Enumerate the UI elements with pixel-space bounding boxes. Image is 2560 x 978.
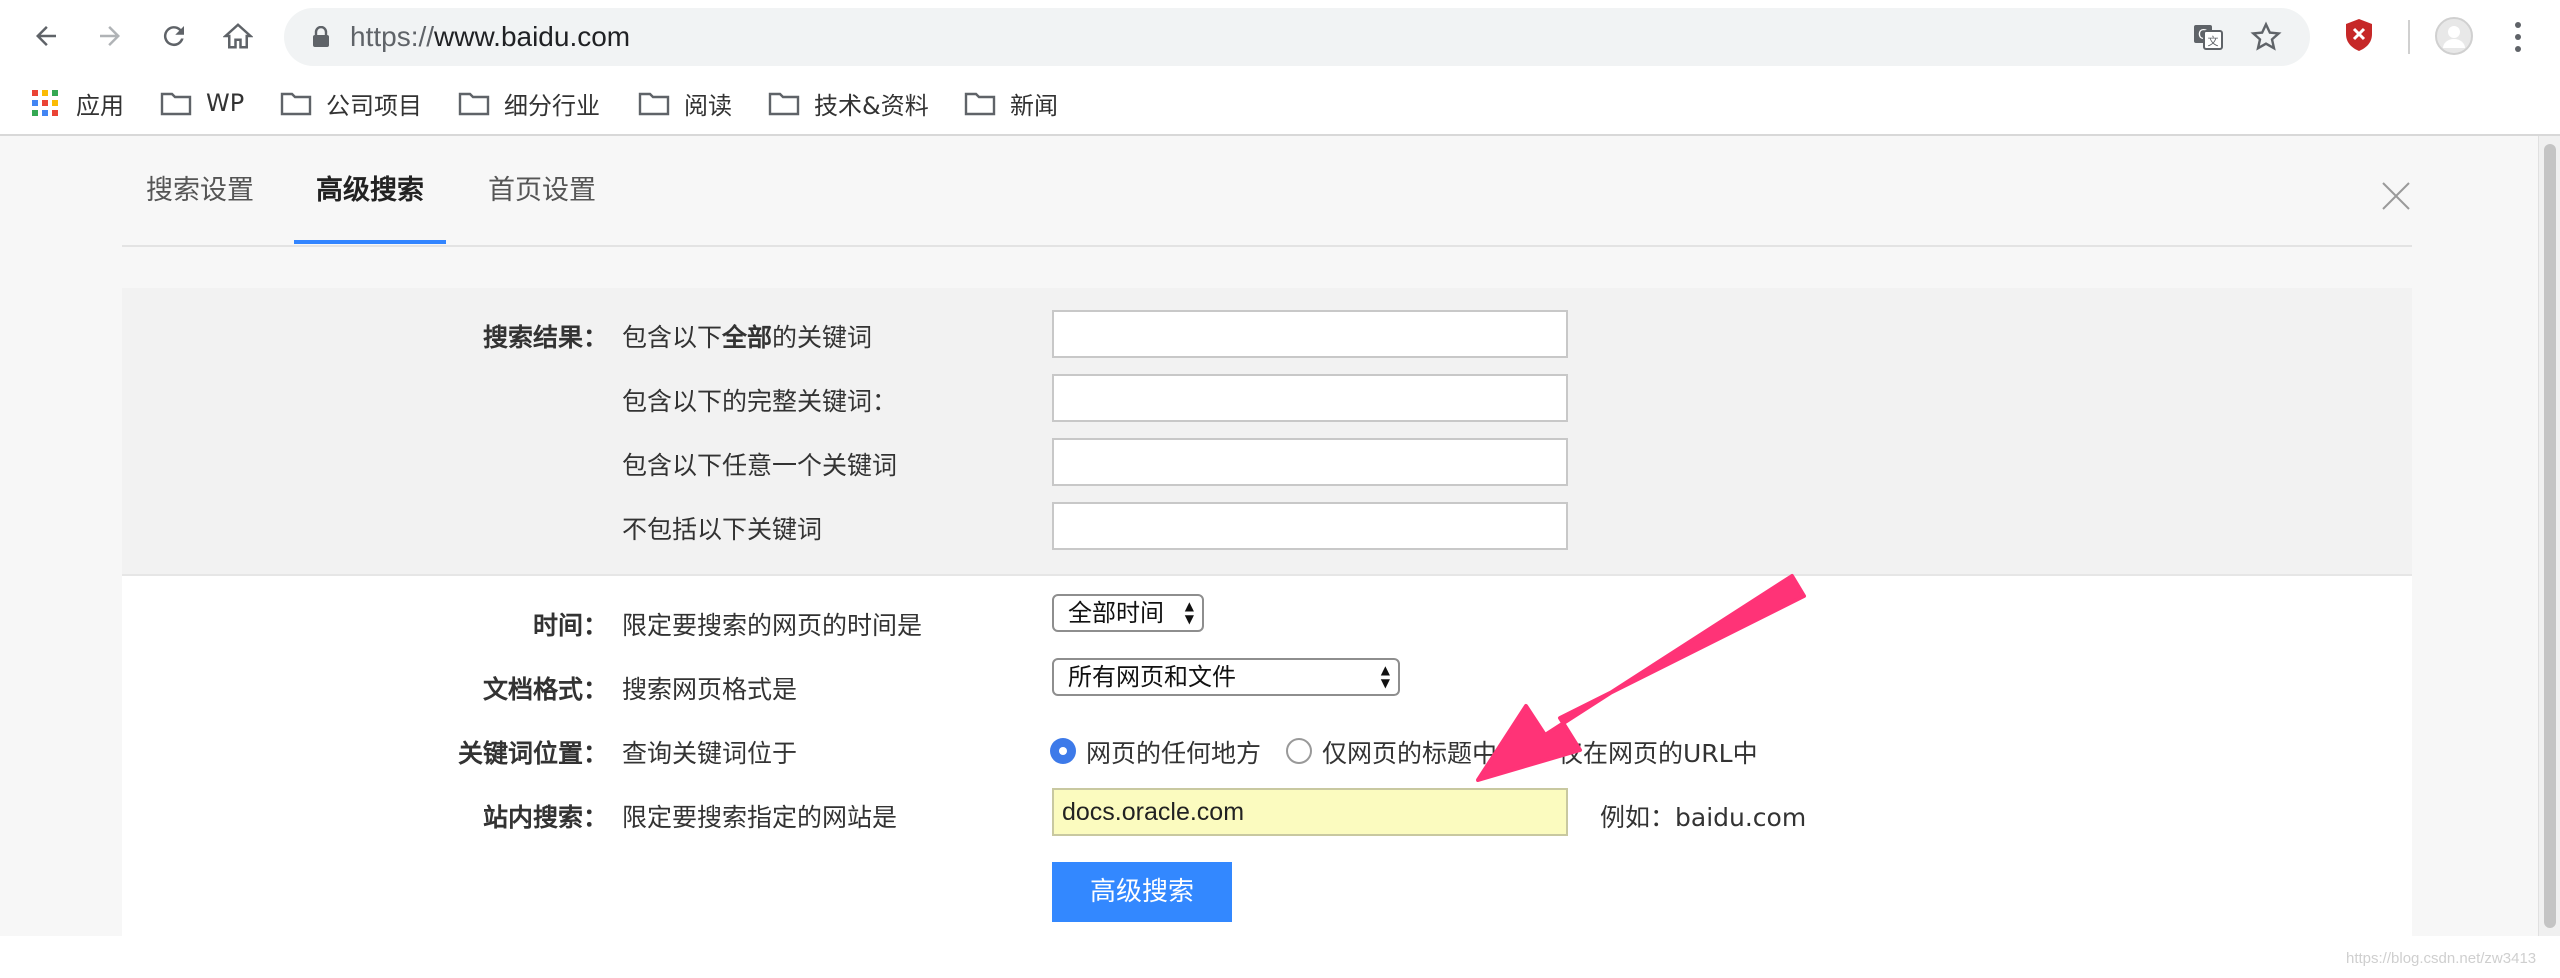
exact-phrase-label: 包含以下的完整关键词： (622, 387, 898, 416)
bookmark-label: 技术&资料 (814, 91, 929, 120)
reload-button[interactable] (154, 16, 194, 56)
time-select[interactable]: 全部时间 ▲ ▼ (1052, 594, 1204, 632)
arrow-left-icon (36, 26, 56, 46)
bookmark-apps[interactable]: 应用 (32, 72, 124, 134)
bookmark-label: 新闻 (1010, 91, 1058, 120)
folder-icon (280, 92, 312, 116)
bookmark-folder-industry[interactable]: 细分行业 (458, 72, 600, 134)
toolbar-divider (2408, 20, 2410, 54)
format-select[interactable]: 所有网页和文件 ▲ ▼ (1052, 658, 1400, 696)
adblock-extension-icon[interactable] (2344, 18, 2374, 52)
exact-phrase-input[interactable] (1052, 374, 1568, 422)
select-arrows-icon: ▲ ▼ (1380, 663, 1390, 690)
any-words-input[interactable] (1052, 438, 1568, 486)
folder-icon (458, 92, 490, 116)
scrollbar-thumb[interactable] (2544, 144, 2556, 928)
bookmark-label: 应用 (76, 91, 124, 120)
position-anywhere-label[interactable]: 网页的任何地方 (1086, 734, 1261, 770)
bookmark-folder-news[interactable]: 新闻 (964, 72, 1058, 134)
position-anywhere-radio[interactable] (1050, 738, 1076, 764)
format-label: 文档格式： (482, 675, 608, 704)
lock-icon (313, 26, 329, 47)
translate-icon[interactable]: G文 (2192, 21, 2224, 53)
bookmark-label: 细分行业 (504, 91, 600, 120)
bookmark-label: 阅读 (684, 91, 732, 120)
url-text: https://www.baidu.com (350, 21, 631, 52)
site-input[interactable] (1052, 788, 1568, 836)
exclude-words-input[interactable] (1052, 502, 1568, 550)
bookmarks-bar: 应用 WP 公司项目 细分行业 阅读 技术&资料 新闻 (0, 72, 2560, 136)
bookmark-label: 公司项目 (326, 91, 422, 120)
home-button[interactable] (218, 16, 258, 56)
time-label: 时间： (532, 611, 608, 640)
all-words-input[interactable] (1052, 310, 1568, 358)
select-arrows-icon: ▲ ▼ (1184, 599, 1194, 626)
address-bar[interactable]: https://www.baidu.com G文 (284, 8, 2310, 66)
page-scrollbar[interactable] (2538, 136, 2560, 936)
bookmark-folder-reading[interactable]: 阅读 (638, 72, 732, 134)
all-words-label: 包含以下全部的关键词 (622, 323, 873, 352)
position-desc: 查询关键词位于 (622, 739, 798, 768)
folder-icon (160, 92, 192, 116)
apps-grid-icon (32, 90, 58, 116)
site-label: 站内搜索： (482, 803, 608, 832)
time-desc: 限定要搜索的网页的时间是 (622, 611, 923, 640)
arrow-right-icon (100, 26, 120, 46)
format-select-value: 所有网页和文件 (1068, 663, 1236, 691)
bookmark-folder-tech[interactable]: 技术&资料 (768, 72, 929, 134)
avatar-icon[interactable] (2434, 16, 2474, 56)
tab-divider (122, 245, 2412, 247)
folder-icon (964, 92, 996, 116)
any-words-label: 包含以下任意一个关键词 (622, 451, 898, 480)
bookmark-folder-company[interactable]: 公司项目 (280, 72, 422, 134)
svg-text:文: 文 (2208, 34, 2219, 48)
tab-advanced-search[interactable]: 高级搜索 (300, 136, 440, 246)
site-example: 例如：baidu.com (1600, 803, 1807, 832)
folder-icon (638, 92, 670, 116)
bookmark-folder-wp[interactable]: WP (160, 72, 244, 134)
watermark: https://blog.csdn.net/zw3413 (2346, 950, 2537, 967)
home-icon (223, 23, 253, 49)
more-menu-icon[interactable] (2508, 20, 2528, 54)
back-button[interactable] (26, 16, 66, 56)
tab-search-settings[interactable]: 搜索设置 (130, 136, 270, 246)
time-select-value: 全部时间 (1068, 599, 1164, 627)
position-title-radio[interactable] (1286, 738, 1312, 764)
position-url-radio[interactable] (1522, 738, 1548, 764)
folder-icon (768, 92, 800, 116)
star-icon[interactable] (2250, 21, 2282, 53)
settings-dialog: 搜索设置 高级搜索 首页设置 搜索结果： 包含以下全部的关键词 包含以下的完整关… (0, 136, 2538, 936)
tab-homepage-settings[interactable]: 首页设置 (472, 136, 612, 246)
reload-icon (163, 26, 184, 47)
position-url-label[interactable]: 仅在网页的URL中 (1558, 734, 1758, 770)
browser-toolbar: https://www.baidu.com G文 (0, 0, 2560, 72)
advanced-search-button[interactable]: 高级搜索 (1052, 862, 1232, 922)
advanced-search-form: 搜索结果： 包含以下全部的关键词 包含以下的完整关键词： 包含以下任意一个关键词… (122, 288, 2412, 936)
site-desc: 限定要搜索指定的网站是 (622, 803, 898, 832)
forward-button[interactable] (90, 16, 130, 56)
position-title-label[interactable]: 仅网页的标题中 (1322, 734, 1497, 770)
format-desc: 搜索网页格式是 (622, 675, 798, 704)
exclude-words-label: 不包括以下关键词 (622, 515, 823, 544)
close-icon[interactable] (2380, 180, 2412, 212)
bookmark-label: WP (206, 89, 245, 117)
active-tab-indicator (294, 240, 446, 244)
position-label: 关键词位置： (457, 739, 608, 768)
results-label: 搜索结果： (482, 323, 608, 352)
